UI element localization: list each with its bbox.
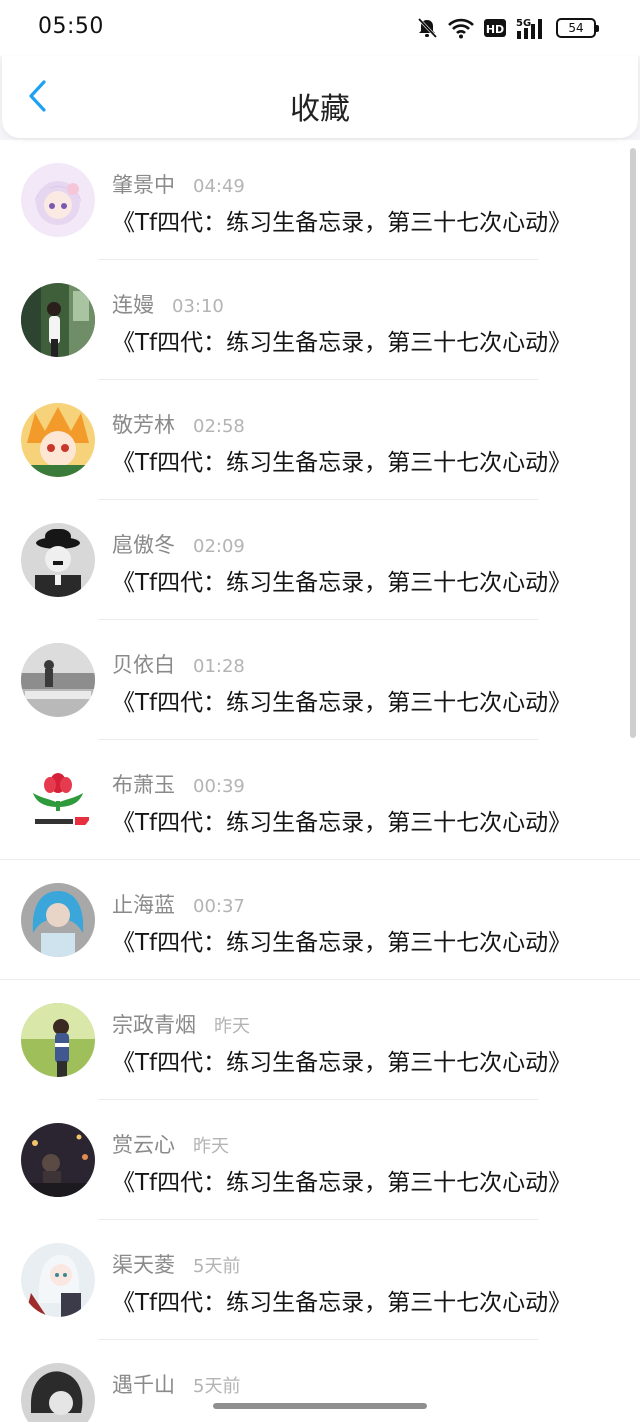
favorite-item[interactable]: 扈傲冬 02:09 《Tf四代：练习生备忘录，第三十七次心动》	[0, 500, 640, 620]
svg-text:HD: HD	[486, 23, 504, 36]
timestamp: 00:39	[193, 776, 245, 797]
avatar[interactable]	[21, 283, 95, 357]
contact-name: 连嫚	[112, 293, 154, 317]
favorite-item[interactable]: 敬芳林 02:58 《Tf四代：练习生备忘录，第三十七次心动》	[0, 380, 640, 500]
scrollbar[interactable]	[630, 148, 636, 738]
timestamp: 03:10	[172, 296, 224, 317]
avatar[interactable]	[21, 763, 95, 837]
timestamp: 昨天	[214, 1016, 250, 1037]
wifi-icon	[448, 17, 474, 39]
favorite-item[interactable]: 遇千山 5天前	[0, 1340, 640, 1422]
avatar[interactable]	[21, 1363, 95, 1422]
favorite-item[interactable]: 贝依白 01:28 《Tf四代：练习生备忘录，第三十七次心动》	[0, 620, 640, 740]
avatar[interactable]	[21, 883, 95, 957]
5g-signal-icon: 5G	[516, 16, 546, 40]
bell-muted-icon	[416, 17, 438, 39]
favorite-item[interactable]: 布萧玉 00:39 《Tf四代：练习生备忘录，第三十七次心动》	[0, 740, 640, 860]
hd-icon: HD	[484, 18, 506, 38]
contact-name: 渠天菱	[112, 1253, 175, 1277]
favorite-item[interactable]: 赏云心 昨天 《Tf四代：练习生备忘录，第三十七次心动》	[0, 1100, 640, 1220]
favorite-title: 《Tf四代：练习生备忘录，第三十七次心动》	[112, 1170, 572, 1196]
timestamp: 5天前	[193, 1376, 241, 1397]
favorite-item[interactable]: 连嫚 03:10 《Tf四代：练习生备忘录，第三十七次心动》	[0, 260, 640, 380]
timestamp: 02:58	[193, 416, 245, 437]
contact-name: 贝依白	[112, 653, 175, 677]
timestamp: 00:37	[193, 896, 245, 917]
timestamp: 昨天	[193, 1136, 229, 1157]
favorites-list[interactable]: 肇景中 04:49 《Tf四代：练习生备忘录，第三十七次心动》 连嫚 03:10…	[0, 140, 640, 1422]
status-icons: HD 5G 54	[416, 14, 599, 42]
favorite-item[interactable]: 肇景中 04:49 《Tf四代：练习生备忘录，第三十七次心动》	[0, 140, 640, 260]
timestamp: 04:49	[193, 176, 245, 197]
battery-icon: 54	[556, 18, 599, 38]
favorite-item[interactable]: 宗政青烟 昨天 《Tf四代：练习生备忘录，第三十七次心动》	[0, 980, 640, 1100]
favorite-item[interactable]: 渠天菱 5天前 《Tf四代：练习生备忘录，第三十七次心动》	[0, 1220, 640, 1340]
favorite-title: 《Tf四代：练习生备忘录，第三十七次心动》	[112, 810, 572, 836]
timestamp: 5天前	[193, 1256, 241, 1277]
contact-name: 敬芳林	[112, 413, 175, 437]
contact-name: 赏云心	[112, 1133, 175, 1157]
contact-name: 遇千山	[112, 1373, 175, 1397]
favorite-title: 《Tf四代：练习生备忘录，第三十七次心动》	[112, 930, 572, 956]
avatar[interactable]	[21, 1243, 95, 1317]
favorite-title: 《Tf四代：练习生备忘录，第三十七次心动》	[112, 1290, 572, 1316]
timestamp: 01:28	[193, 656, 245, 677]
favorite-item[interactable]: 止海蓝 00:37 《Tf四代：练习生备忘录，第三十七次心动》	[0, 860, 640, 980]
contact-name: 止海蓝	[112, 893, 175, 917]
avatar[interactable]	[21, 163, 95, 237]
favorite-title: 《Tf四代：练习生备忘录，第三十七次心动》	[112, 450, 572, 476]
status-bar: 05:50 HD 5G 54	[0, 0, 640, 56]
favorite-title: 《Tf四代：练习生备忘录，第三十七次心动》	[112, 330, 572, 356]
header: 收藏	[2, 56, 638, 138]
avatar[interactable]	[21, 643, 95, 717]
favorite-title: 《Tf四代：练习生备忘录，第三十七次心动》	[112, 1050, 572, 1076]
timestamp: 02:09	[193, 536, 245, 557]
contact-name: 肇景中	[112, 173, 175, 197]
svg-text:5G: 5G	[516, 18, 531, 29]
avatar[interactable]	[21, 1123, 95, 1197]
favorite-title: 《Tf四代：练习生备忘录，第三十七次心动》	[112, 690, 572, 716]
avatar[interactable]	[21, 1003, 95, 1077]
home-indicator[interactable]	[213, 1403, 427, 1409]
page-title: 收藏	[290, 92, 350, 127]
avatar[interactable]	[21, 523, 95, 597]
contact-name: 扈傲冬	[112, 533, 175, 557]
contact-name: 宗政青烟	[112, 1013, 196, 1037]
contact-name: 布萧玉	[112, 773, 175, 797]
avatar[interactable]	[21, 403, 95, 477]
status-time: 05:50	[38, 14, 104, 39]
favorite-title: 《Tf四代：练习生备忘录，第三十七次心动》	[112, 210, 572, 236]
favorite-title: 《Tf四代：练习生备忘录，第三十七次心动》	[112, 570, 572, 596]
